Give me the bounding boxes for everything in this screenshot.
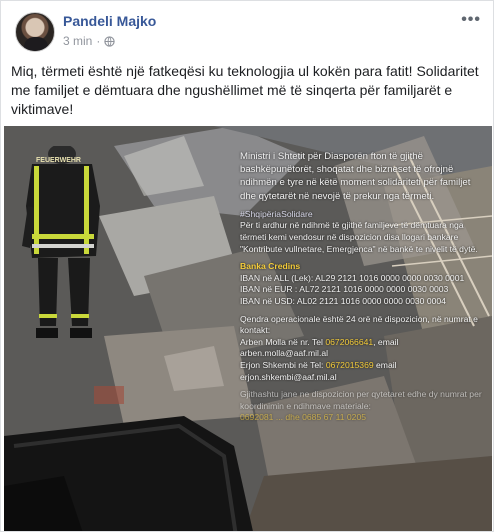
meta-separator: · — [96, 34, 101, 48]
contact2-name: Erjon Shkembi në Tel: — [240, 359, 324, 370]
author-avatar[interactable] — [15, 12, 55, 52]
iban-usd: IBAN në USD: AL02 2121 1016 0000 0000 00… — [240, 295, 446, 306]
firefighter-label: FEUERWEHR — [36, 157, 81, 164]
author-name[interactable]: Pandeli Majko — [63, 13, 156, 29]
iban-all: IBAN në ALL (Lek): AL29 2121 1016 0000 0… — [240, 272, 465, 283]
contact2-tail: email — [373, 359, 397, 370]
appeal-lead: Ministri i Shtetit për Diasporën fton të… — [240, 151, 471, 202]
appeal-hashtag: #ShqipëriaSolidare — [240, 208, 313, 219]
appeal-footer: Gjithashtu jane ne dispozicion per qytet… — [240, 389, 482, 411]
firefighter-figure: FEUERWEHR — [22, 146, 100, 338]
contact2-phone: 0672015369 — [325, 359, 374, 370]
post-photo[interactable]: FEUERWEHR Ministri i Shtetit për Diaspor… — [4, 126, 492, 531]
contact1-name: Arben Molla në nr. Tel — [240, 336, 323, 347]
facebook-post: Pandeli Majko 3 min · ••• Miq, tërmeti ë… — [0, 0, 494, 532]
globe-icon[interactable] — [104, 35, 116, 47]
post-meta: 3 min · — [63, 34, 116, 48]
iban-eur: IBAN në EUR : AL72 2121 1016 0000 0000 0… — [240, 284, 449, 295]
operations-center: Qendra operacionale është 24 orë në disp… — [240, 313, 478, 336]
post-timestamp[interactable]: 3 min — [63, 34, 92, 48]
contact1-phone: 0672066641 — [325, 336, 374, 347]
more-options-icon[interactable]: ••• — [461, 11, 481, 29]
appeal-text: Ministri i Shtetit për Diasporën fton të… — [240, 150, 485, 430]
appeal-hashtag-body: Për ti ardhur në ndihmë të gjithë familj… — [240, 220, 478, 254]
excavator-bucket — [4, 416, 253, 531]
contact1-tail: , email — [373, 336, 399, 347]
contact1-email: arben.molla@aaf.mil.al — [240, 348, 329, 359]
post-caption: Miq, tërmeti është një fatkeqësi ku tekn… — [11, 63, 479, 117]
contact2-email: erjon.shkembi@aaf.mil.al — [240, 371, 337, 382]
post-header: Pandeli Majko 3 min · ••• — [1, 1, 493, 57]
appeal-footer-phones: 0692081 ... dhe 0685 67 11 0205 — [240, 412, 366, 423]
bank-title: Banka Credins — [240, 261, 301, 272]
